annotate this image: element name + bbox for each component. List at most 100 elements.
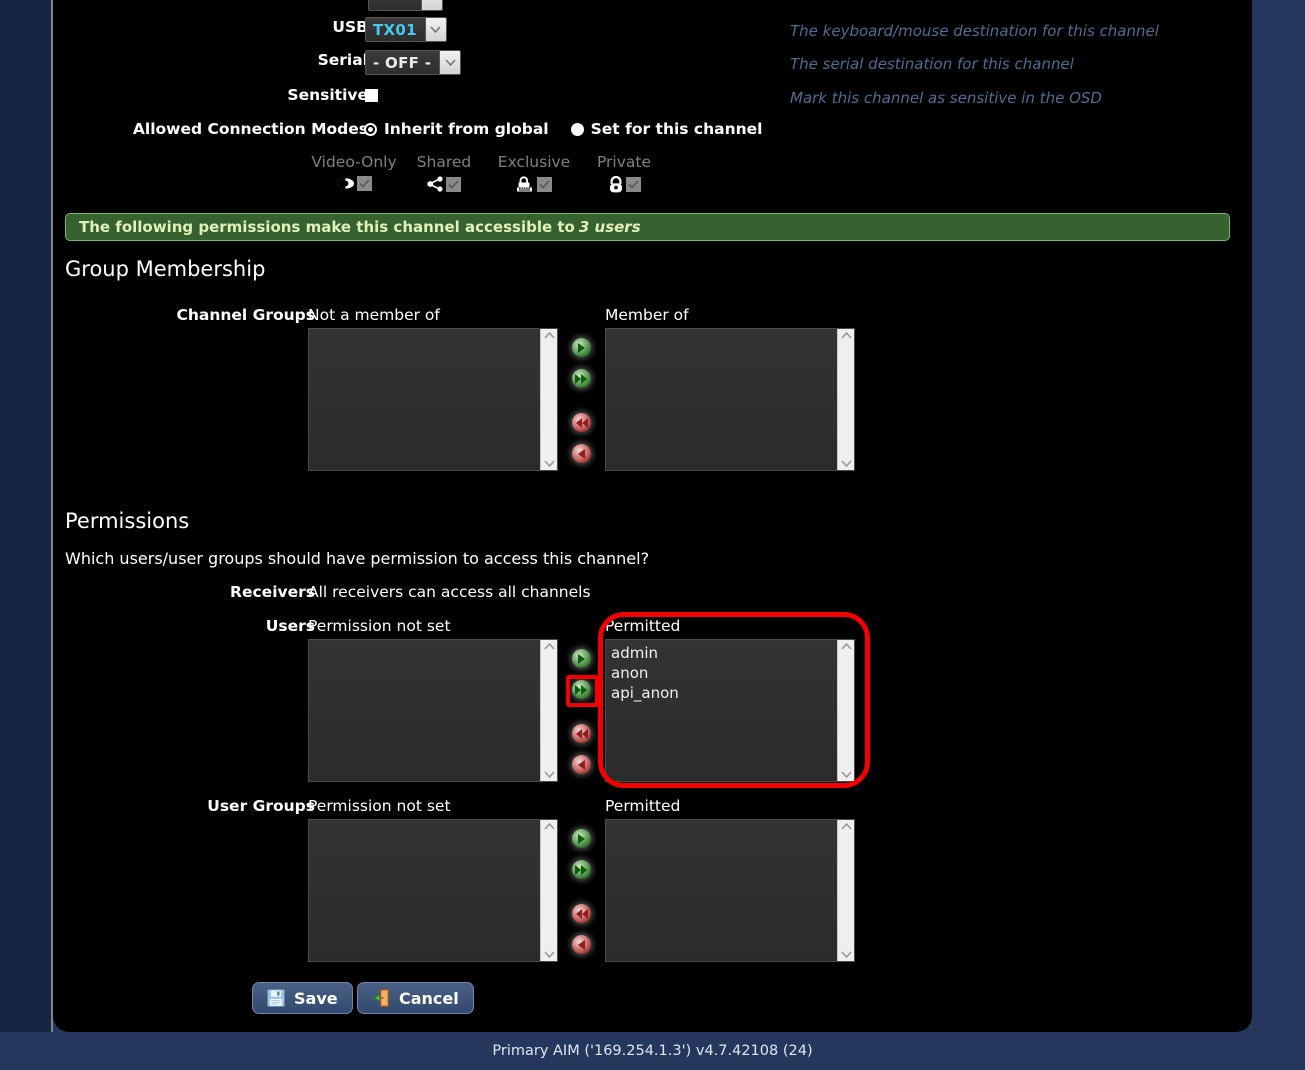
move-all-left-button[interactable] — [572, 413, 591, 432]
list-item[interactable]: api_anon — [611, 683, 832, 703]
usb-label-wrap: USB — [68, 18, 368, 36]
mode-private-checkbox[interactable] — [625, 177, 641, 192]
move-right-button[interactable] — [572, 338, 591, 357]
listbox-items: admin anon api_anon — [606, 640, 837, 781]
move-right-button[interactable] — [572, 829, 591, 848]
radio-inherit-from-global[interactable]: Inherit from global — [364, 120, 549, 138]
chevron-down-icon — [840, 951, 852, 958]
move-left-button[interactable] — [572, 755, 591, 774]
usb-help-text: The keyboard/mouse destination for this … — [790, 22, 1159, 40]
radio-indicator-unselected — [364, 122, 377, 136]
user-groups-permission-not-set-listbox[interactable] — [308, 819, 558, 962]
users-permission-not-set-listbox[interactable] — [308, 639, 558, 782]
listbox-scrollbar[interactable] — [540, 640, 557, 781]
radio-inherit-label: Inherit from global — [384, 120, 549, 138]
usb-label: USB — [332, 18, 368, 36]
cancel-button[interactable]: Cancel — [357, 982, 474, 1014]
footer-bar: Primary AIM ('169.254.1.3') v4.7.42108 (… — [0, 1032, 1305, 1070]
move-all-right-button[interactable] — [572, 680, 591, 699]
mode-private: Private — [579, 153, 669, 193]
radio-set-for-this-channel[interactable]: Set for this channel — [570, 120, 763, 138]
sensitive-checkbox-wrap — [365, 89, 378, 102]
listbox-scrollbar[interactable] — [837, 329, 854, 470]
mode-video-only-checkbox[interactable] — [357, 176, 372, 191]
chevron-down-icon — [543, 460, 555, 467]
floppy-disk-icon — [267, 989, 285, 1007]
listbox-scrollbar[interactable] — [837, 820, 854, 961]
permissions-heading: Permissions — [65, 509, 190, 533]
left-margin-strip — [0, 0, 51, 1032]
chevron-down-icon — [840, 771, 852, 778]
move-all-left-button[interactable] — [572, 904, 591, 923]
listbox-items — [606, 329, 837, 470]
usb-select-value: TX01 — [366, 18, 425, 41]
move-right-button[interactable] — [572, 649, 591, 668]
receivers-text: All receivers can access all channels — [308, 583, 591, 601]
page-root: USB TX01 The keyboard/mouse destination … — [0, 0, 1305, 1070]
lock-icon — [609, 176, 622, 193]
eye-icon — [337, 178, 354, 189]
save-button-label: Save — [294, 988, 338, 1008]
listbox-scrollbar[interactable] — [540, 820, 557, 961]
serial-select-wrap: - OFF - — [365, 50, 462, 75]
channel-groups-not-member-listbox[interactable] — [308, 328, 558, 471]
banner-count: 3 users — [578, 218, 641, 236]
listbox-items — [309, 820, 540, 961]
sensitive-help-text: Mark this channel as sensitive in the OS… — [790, 89, 1102, 107]
user-groups-transfer-buttons — [572, 829, 591, 954]
save-button[interactable]: Save — [252, 982, 353, 1014]
mode-exclusive-checkbox[interactable] — [537, 176, 552, 192]
connection-modes-icons: Video-Only Shared Exclusive Private — [309, 153, 669, 193]
connection-modes-radio-group: Inherit from global Set for this channel — [364, 120, 763, 138]
list-item[interactable]: anon — [611, 663, 832, 683]
serial-select[interactable]: - OFF - — [365, 50, 462, 75]
channel-groups-row-label: Channel Groups — [176, 306, 315, 324]
serial-label-wrap: Serial — [68, 51, 368, 69]
serial-help-text: The serial destination for this channel — [790, 55, 1074, 73]
audio-select[interactable] — [368, 0, 443, 11]
user-groups-left-header: Permission not set — [308, 797, 451, 815]
list-item[interactable]: admin — [611, 643, 832, 663]
chevron-down-icon — [543, 771, 555, 778]
user-groups-permitted-listbox[interactable] — [605, 819, 855, 962]
share-icon — [427, 176, 443, 192]
listbox-scrollbar[interactable] — [837, 640, 854, 781]
chevron-down-icon — [840, 460, 852, 467]
group-membership-heading: Group Membership — [65, 257, 266, 281]
mode-shared: Shared — [399, 153, 489, 193]
exit-door-icon — [372, 989, 389, 1007]
chevron-down-icon — [439, 51, 461, 74]
chevron-up-icon — [840, 823, 852, 830]
channel-groups-member-listbox[interactable] — [605, 328, 855, 471]
chevron-down-icon — [421, 0, 442, 10]
mode-exclusive-label: Exclusive — [497, 153, 571, 171]
usb-select[interactable]: TX01 — [365, 17, 447, 42]
user-groups-row-label: User Groups — [207, 797, 315, 815]
move-left-button[interactable] — [572, 935, 591, 954]
users-row-label: Users — [265, 617, 315, 635]
listbox-items — [309, 329, 540, 470]
sensitive-label: Sensitive — [287, 86, 368, 104]
mode-shared-label: Shared — [416, 153, 472, 171]
users-right-header: Permitted — [605, 617, 681, 635]
sensitive-checkbox[interactable] — [365, 89, 378, 102]
move-all-right-button[interactable] — [572, 369, 591, 388]
permissions-question: Which users/user groups should have perm… — [65, 549, 650, 568]
channel-groups-right-header: Member of — [605, 306, 689, 324]
listbox-scrollbar[interactable] — [540, 329, 557, 470]
row-audio-clipped — [303, 0, 443, 11]
usb-select-wrap: TX01 — [365, 17, 447, 42]
move-all-right-button[interactable] — [572, 860, 591, 879]
banner-text: The following permissions make this chan… — [79, 218, 575, 236]
move-all-left-button[interactable] — [572, 724, 591, 743]
users-transfer-buttons — [572, 649, 591, 774]
keyboard-lock-icon — [517, 176, 532, 192]
chevron-down-icon — [543, 951, 555, 958]
channel-groups-left-header: Not a member of — [308, 306, 440, 324]
move-left-button[interactable] — [572, 444, 591, 463]
connection-modes-label: Allowed Connection Modes — [132, 120, 368, 138]
users-permitted-listbox[interactable]: admin anon api_anon — [605, 639, 855, 782]
radio-indicator-selected — [570, 122, 584, 136]
mode-shared-checkbox[interactable] — [446, 176, 461, 192]
radio-set-label: Set for this channel — [590, 120, 763, 138]
